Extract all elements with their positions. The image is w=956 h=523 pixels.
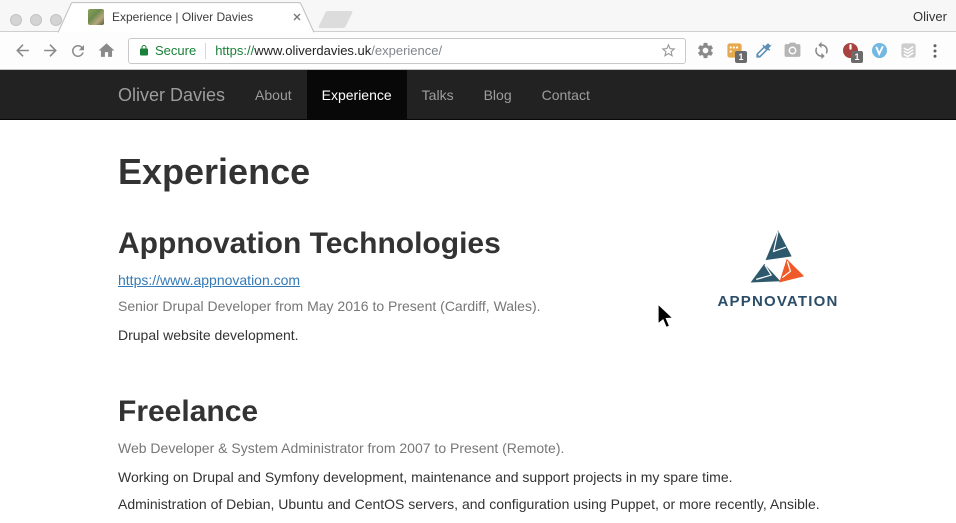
site-navbar: Oliver Davies About Experience Talks Blo… (0, 70, 956, 120)
forward-button[interactable] (36, 37, 64, 65)
window-controls (10, 14, 62, 26)
nav-item-talks[interactable]: Talks (407, 70, 469, 120)
omnibox-divider (205, 43, 206, 59)
back-icon (13, 41, 32, 60)
blue-v-icon (870, 41, 889, 60)
extension-timer-button[interactable]: 1 (837, 37, 864, 64)
page-title: Experience (118, 151, 838, 193)
job-description: Administration of Debian, Ubuntu and Cen… (118, 494, 838, 514)
tab-close-button[interactable] (288, 8, 306, 26)
appnovation-link[interactable]: https://www.appnovation.com (118, 272, 300, 288)
chrome-menu-button[interactable] (922, 37, 948, 65)
mouse-cursor (657, 303, 677, 331)
profile-name[interactable]: Oliver (913, 9, 947, 24)
forward-icon (41, 41, 60, 60)
extension-eyedropper-button[interactable] (750, 37, 777, 64)
tab-strip: Experience | Oliver Davies Oliver (0, 0, 956, 32)
page-content: Experience Appnovation Technologies http… (103, 151, 853, 514)
back-button[interactable] (8, 37, 36, 65)
star-icon (660, 42, 677, 59)
nav-item-blog[interactable]: Blog (469, 70, 527, 120)
extension-settings-button[interactable] (692, 37, 719, 64)
tab-favicon (88, 9, 104, 25)
navbar-menu: About Experience Talks Blog Contact (240, 70, 605, 120)
section-heading: Freelance (118, 395, 838, 429)
reload-icon (69, 42, 87, 60)
new-tab-button[interactable] (318, 11, 353, 28)
job-description: Working on Drupal and Symfony developmen… (118, 467, 838, 487)
home-button[interactable] (92, 37, 120, 65)
section-appnovation: Appnovation Technologies https://www.app… (118, 227, 838, 345)
section-freelance: Freelance Web Developer & System Adminis… (118, 395, 838, 514)
browser-tab[interactable]: Experience | Oliver Davies (58, 2, 314, 32)
extension-badge: 1 (851, 51, 863, 63)
bookmark-button[interactable] (657, 40, 679, 62)
layers-icon (899, 41, 918, 60)
url-scheme: https:// (215, 43, 254, 58)
camera-icon (783, 41, 802, 60)
navbar-brand[interactable]: Oliver Davies (103, 70, 240, 120)
extension-badge: 1 (735, 51, 747, 63)
secure-label: Secure (155, 43, 196, 58)
minimize-window-button[interactable] (30, 14, 42, 26)
job-description: Drupal website development. (118, 325, 838, 345)
appnovation-triangle-icon (746, 229, 810, 285)
job-role: Web Developer & System Administrator fro… (118, 438, 838, 458)
close-window-button[interactable] (10, 14, 22, 26)
nav-item-about[interactable]: About (240, 70, 307, 120)
extension-sync-button[interactable] (808, 37, 835, 64)
gear-icon (696, 41, 715, 60)
extension-notes-button[interactable]: 1 (721, 37, 748, 64)
secure-lock-icon (138, 44, 150, 57)
sync-icon (812, 41, 831, 60)
extension-tasks-button[interactable] (895, 37, 922, 64)
kebab-menu-icon (926, 42, 944, 60)
url-path: /experience/ (371, 43, 442, 58)
appnovation-logo-text: APPNOVATION (712, 293, 844, 310)
extensions-row: 1 1 (692, 37, 922, 64)
browser-toolbar: Secure https://www.oliverdavies.uk/exper… (0, 32, 956, 70)
url-text[interactable]: https://www.oliverdavies.uk/experience/ (215, 43, 657, 58)
nav-item-experience[interactable]: Experience (307, 70, 407, 120)
eyedropper-icon (754, 41, 773, 60)
close-icon (291, 11, 303, 23)
extension-video-button[interactable] (866, 37, 893, 64)
reload-button[interactable] (64, 37, 92, 65)
appnovation-logo: APPNOVATION (712, 229, 844, 310)
address-bar[interactable]: Secure https://www.oliverdavies.uk/exper… (128, 38, 686, 64)
home-icon (97, 41, 116, 60)
nav-item-contact[interactable]: Contact (527, 70, 605, 120)
browser-window: Experience | Oliver Davies Oliver Secure… (0, 0, 956, 523)
extension-screenshot-button[interactable] (779, 37, 806, 64)
tab-title: Experience | Oliver Davies (112, 10, 288, 24)
url-host: www.oliverdavies.uk (254, 43, 371, 58)
